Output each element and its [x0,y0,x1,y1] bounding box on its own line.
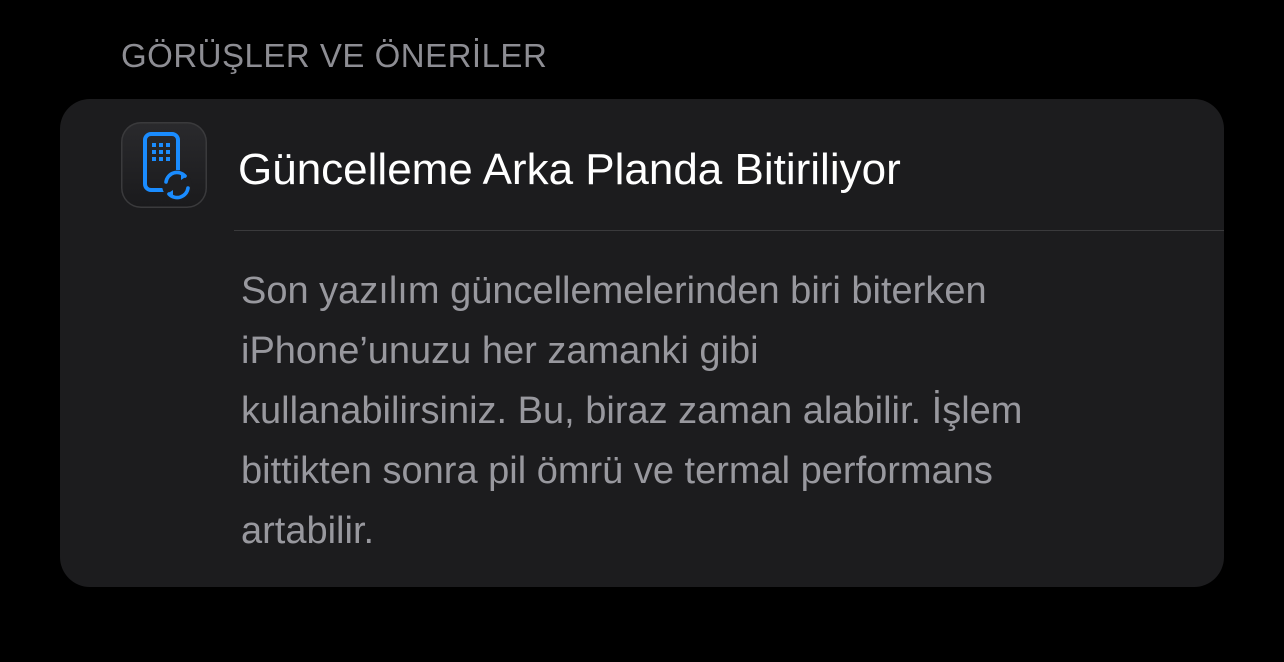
tip-card[interactable]: Güncelleme Arka Planda Bitiriliyor Son y… [60,99,1224,587]
section-header: GÖRÜŞLER VE ÖNERİLER [121,37,548,74]
divider [234,230,1224,231]
iphone-sync-icon [121,122,207,208]
tip-title: Güncelleme Arka Planda Bitiriliyor [238,145,901,194]
tip-body: Son yazılım güncellemelerinden biri bite… [241,270,1023,552]
